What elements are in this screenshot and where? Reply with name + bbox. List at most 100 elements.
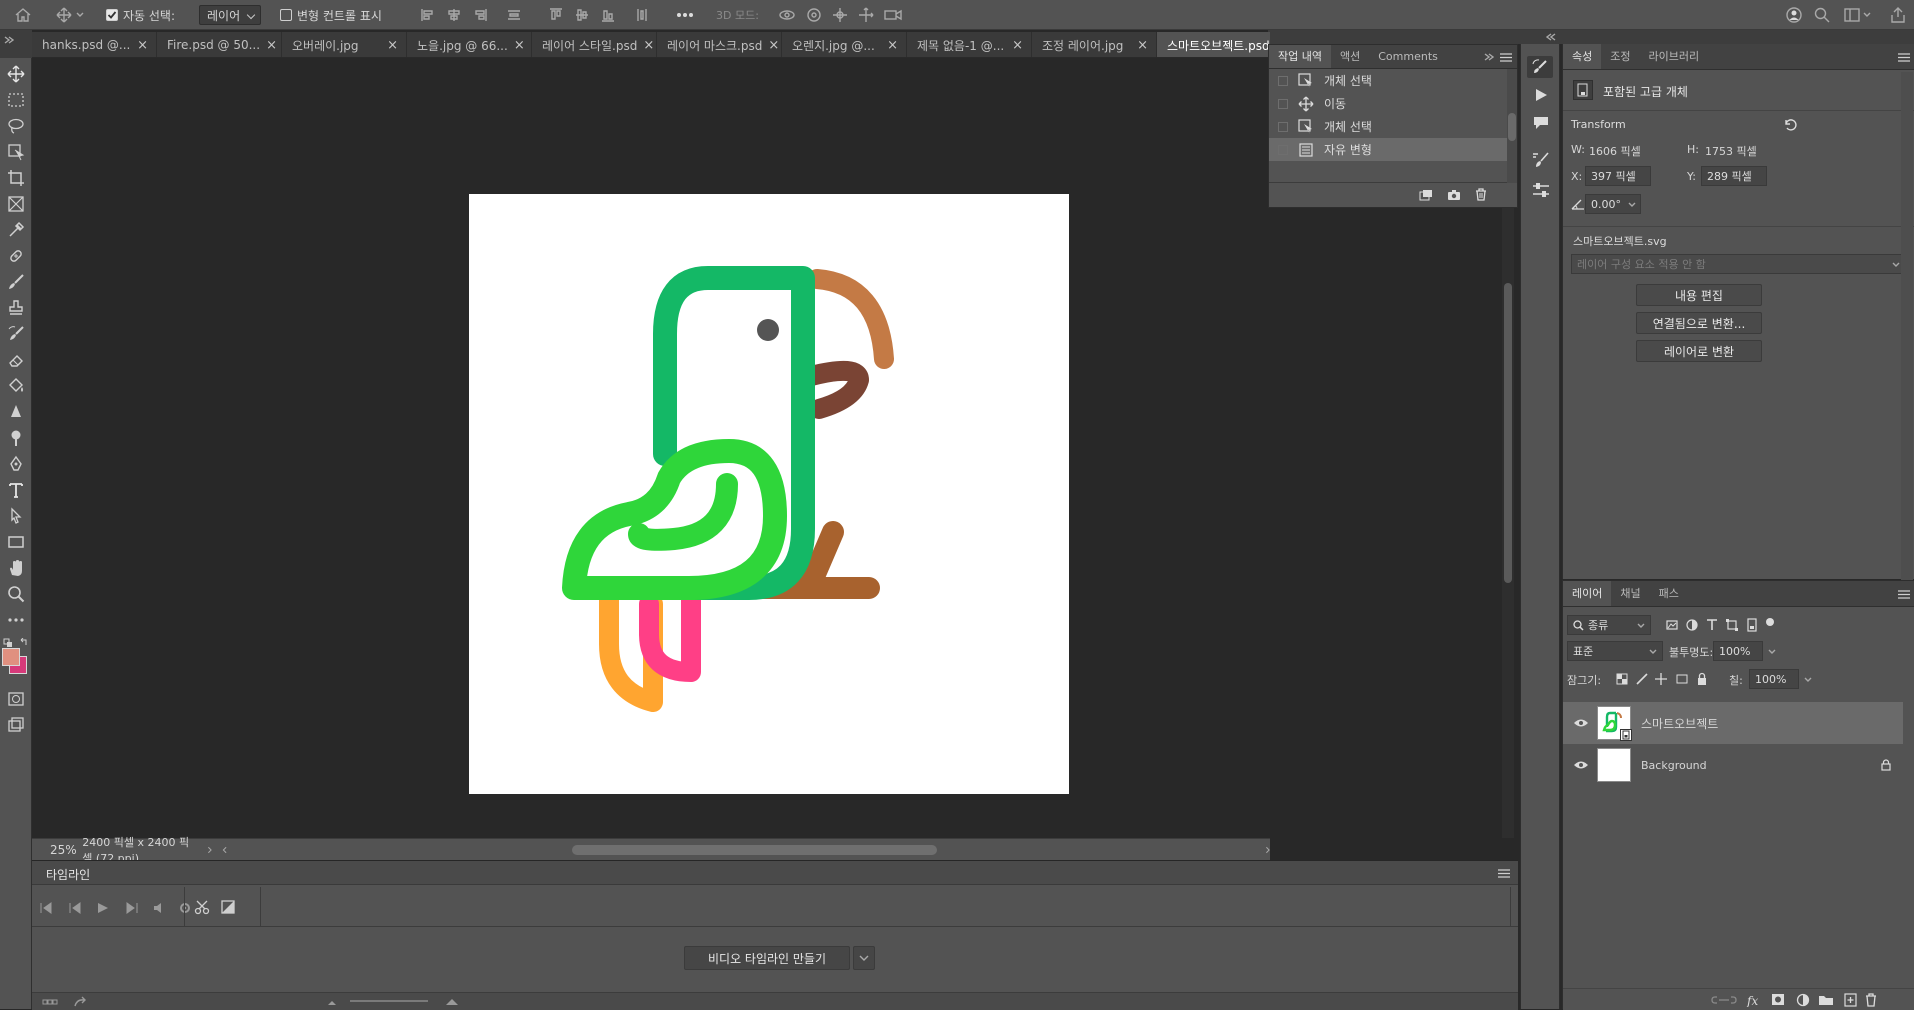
align-middle-icon[interactable] bbox=[574, 0, 590, 30]
tab-history[interactable]: 작업 내역 bbox=[1269, 45, 1331, 68]
layer-name[interactable]: 스마트오브젝트 bbox=[1641, 715, 1718, 732]
close-icon[interactable]: × bbox=[643, 38, 654, 53]
scroll-right-icon[interactable] bbox=[1265, 845, 1271, 855]
history-scrollbar[interactable] bbox=[1507, 69, 1517, 183]
collapse-panel-icon[interactable] bbox=[1484, 53, 1494, 61]
document-tab[interactable]: hanks.psd @... × bbox=[32, 32, 157, 57]
snapshot-checkbox[interactable] bbox=[1278, 75, 1288, 86]
trash-icon[interactable] bbox=[1475, 188, 1487, 201]
workspace-icon[interactable] bbox=[1844, 0, 1872, 30]
snapshot-checkbox[interactable] bbox=[1278, 98, 1288, 109]
align-center-icon[interactable] bbox=[446, 0, 462, 30]
paint-bucket-tool-icon[interactable] bbox=[7, 377, 25, 395]
pan-3d-icon[interactable] bbox=[832, 0, 848, 30]
document-canvas[interactable] bbox=[469, 194, 1069, 794]
lock-artboard-icon[interactable] bbox=[1676, 674, 1688, 684]
layer-row-smart-object[interactable]: 스마트오브젝트 bbox=[1563, 702, 1903, 744]
new-document-from-state-icon[interactable] bbox=[1419, 189, 1433, 201]
close-icon[interactable]: × bbox=[768, 38, 779, 53]
orbit-3d-icon[interactable] bbox=[778, 0, 796, 30]
auto-select-dropdown[interactable]: 레이어 bbox=[199, 0, 262, 30]
chevron-right-icon[interactable] bbox=[207, 845, 213, 855]
marquee-tool-icon[interactable] bbox=[7, 91, 25, 109]
settings-icon[interactable] bbox=[180, 903, 190, 913]
convert-to-layers-button[interactable]: 레이어로 변환 bbox=[1636, 340, 1762, 362]
layer-style-fx-icon[interactable]: fx bbox=[1746, 994, 1758, 1007]
blur-tool-icon[interactable] bbox=[7, 403, 25, 421]
opacity-field[interactable]: 100% bbox=[1713, 641, 1776, 661]
close-icon[interactable]: × bbox=[1137, 38, 1148, 53]
search-icon[interactable] bbox=[1814, 0, 1830, 30]
camera-3d-icon[interactable] bbox=[884, 0, 902, 30]
type-tool-icon[interactable] bbox=[7, 481, 25, 499]
snapshot-checkbox[interactable] bbox=[1278, 121, 1288, 132]
scroll-thumb[interactable] bbox=[1504, 283, 1512, 583]
panel-menu-icon[interactable] bbox=[1898, 590, 1910, 599]
tab-paths[interactable]: 패스 bbox=[1650, 581, 1688, 606]
filter-smart-object-icon[interactable] bbox=[1745, 618, 1759, 632]
panel-menu-icon[interactable] bbox=[1500, 53, 1512, 62]
home-icon[interactable] bbox=[14, 0, 32, 30]
crop-tool-icon[interactable] bbox=[7, 169, 25, 187]
lock-icon[interactable] bbox=[1881, 759, 1891, 771]
brush-tool-icon[interactable] bbox=[7, 273, 25, 291]
filter-shape-icon[interactable] bbox=[1725, 618, 1739, 632]
new-group-icon[interactable] bbox=[1819, 996, 1833, 1005]
dodge-tool-icon[interactable] bbox=[7, 429, 25, 447]
eyedropper-tool-icon[interactable] bbox=[7, 221, 25, 239]
healing-brush-tool-icon[interactable] bbox=[7, 247, 25, 265]
object-selection-tool-icon[interactable] bbox=[7, 143, 25, 161]
lock-transparent-icon[interactable] bbox=[1616, 673, 1628, 685]
link-dimensions-icon[interactable] bbox=[1671, 140, 1687, 156]
document-tab[interactable]: Fire.psd @ 50... × bbox=[157, 32, 282, 57]
zoom-level[interactable]: 25% bbox=[50, 843, 80, 857]
panel-menu-icon[interactable] bbox=[1498, 869, 1510, 878]
timeline-zoom-slider[interactable] bbox=[326, 997, 466, 1007]
close-icon[interactable]: × bbox=[387, 38, 398, 53]
reset-transform-icon[interactable] bbox=[1783, 118, 1797, 132]
quick-mask-icon[interactable] bbox=[7, 690, 25, 708]
timeline-type-dropdown[interactable] bbox=[853, 946, 875, 970]
render-video-icon[interactable] bbox=[74, 996, 88, 1008]
width-value[interactable]: 1606 픽셀 bbox=[1589, 143, 1641, 159]
document-tab-active[interactable]: 스마트오브젝트.psd bbox=[1157, 32, 1270, 57]
screen-mode-icon[interactable] bbox=[7, 716, 25, 734]
y-position-field[interactable]: 289 픽셀 bbox=[1701, 166, 1767, 186]
horizontal-scroll-thumb[interactable] bbox=[571, 844, 937, 855]
path-selection-tool-icon[interactable] bbox=[7, 507, 25, 525]
transform-controls-check[interactable] bbox=[280, 9, 292, 21]
layer-comp-dropdown[interactable]: 레이어 구성 요소 적용 안 함 bbox=[1571, 254, 1907, 274]
fill-field[interactable]: 100% bbox=[1749, 669, 1812, 689]
frame-tool-icon[interactable] bbox=[7, 195, 25, 213]
document-tab[interactable]: 오렌지.jpg @... × bbox=[782, 32, 907, 57]
chevron-down-icon[interactable] bbox=[1768, 649, 1776, 654]
align-bottom-icon[interactable] bbox=[600, 0, 616, 30]
brush-settings-icon[interactable] bbox=[1532, 152, 1550, 168]
filter-type-icon[interactable] bbox=[1705, 618, 1719, 632]
visibility-eye-icon[interactable] bbox=[1573, 718, 1589, 728]
history-item[interactable]: 개체 선택 bbox=[1269, 115, 1517, 138]
tab-properties[interactable]: 속성 bbox=[1563, 44, 1602, 69]
roll-3d-icon[interactable] bbox=[806, 0, 822, 30]
align-left-icon[interactable] bbox=[420, 0, 436, 30]
add-mask-icon[interactable] bbox=[1772, 994, 1784, 1005]
close-icon[interactable]: × bbox=[514, 38, 525, 53]
tab-adjustments[interactable]: 조정 bbox=[1601, 44, 1639, 69]
history-item-selected[interactable]: 자유 변형 bbox=[1269, 138, 1517, 161]
edit-toolbar-icon[interactable] bbox=[7, 611, 25, 629]
height-value[interactable]: 1753 픽셀 bbox=[1705, 143, 1757, 159]
more-options-icon[interactable] bbox=[676, 0, 694, 30]
zoom-tool-icon[interactable] bbox=[7, 585, 25, 603]
next-frame-icon[interactable] bbox=[126, 902, 138, 914]
collapse-panels-icon[interactable] bbox=[1546, 33, 1556, 41]
scroll-left-icon[interactable] bbox=[222, 845, 228, 855]
blend-mode-dropdown[interactable]: 표준 bbox=[1567, 641, 1663, 661]
close-icon[interactable]: × bbox=[1012, 38, 1023, 53]
history-item[interactable]: 개체 선택 bbox=[1269, 69, 1517, 92]
document-tab[interactable]: 레이어 스타일.psd × bbox=[532, 32, 657, 57]
distribute-icon[interactable] bbox=[506, 0, 522, 30]
document-tab[interactable]: 노을.jpg @ 66... × bbox=[407, 32, 532, 57]
layer-name[interactable]: Background bbox=[1641, 759, 1707, 772]
properties-scrollbar[interactable] bbox=[1901, 72, 1913, 582]
history-panel-button[interactable] bbox=[1527, 56, 1553, 78]
